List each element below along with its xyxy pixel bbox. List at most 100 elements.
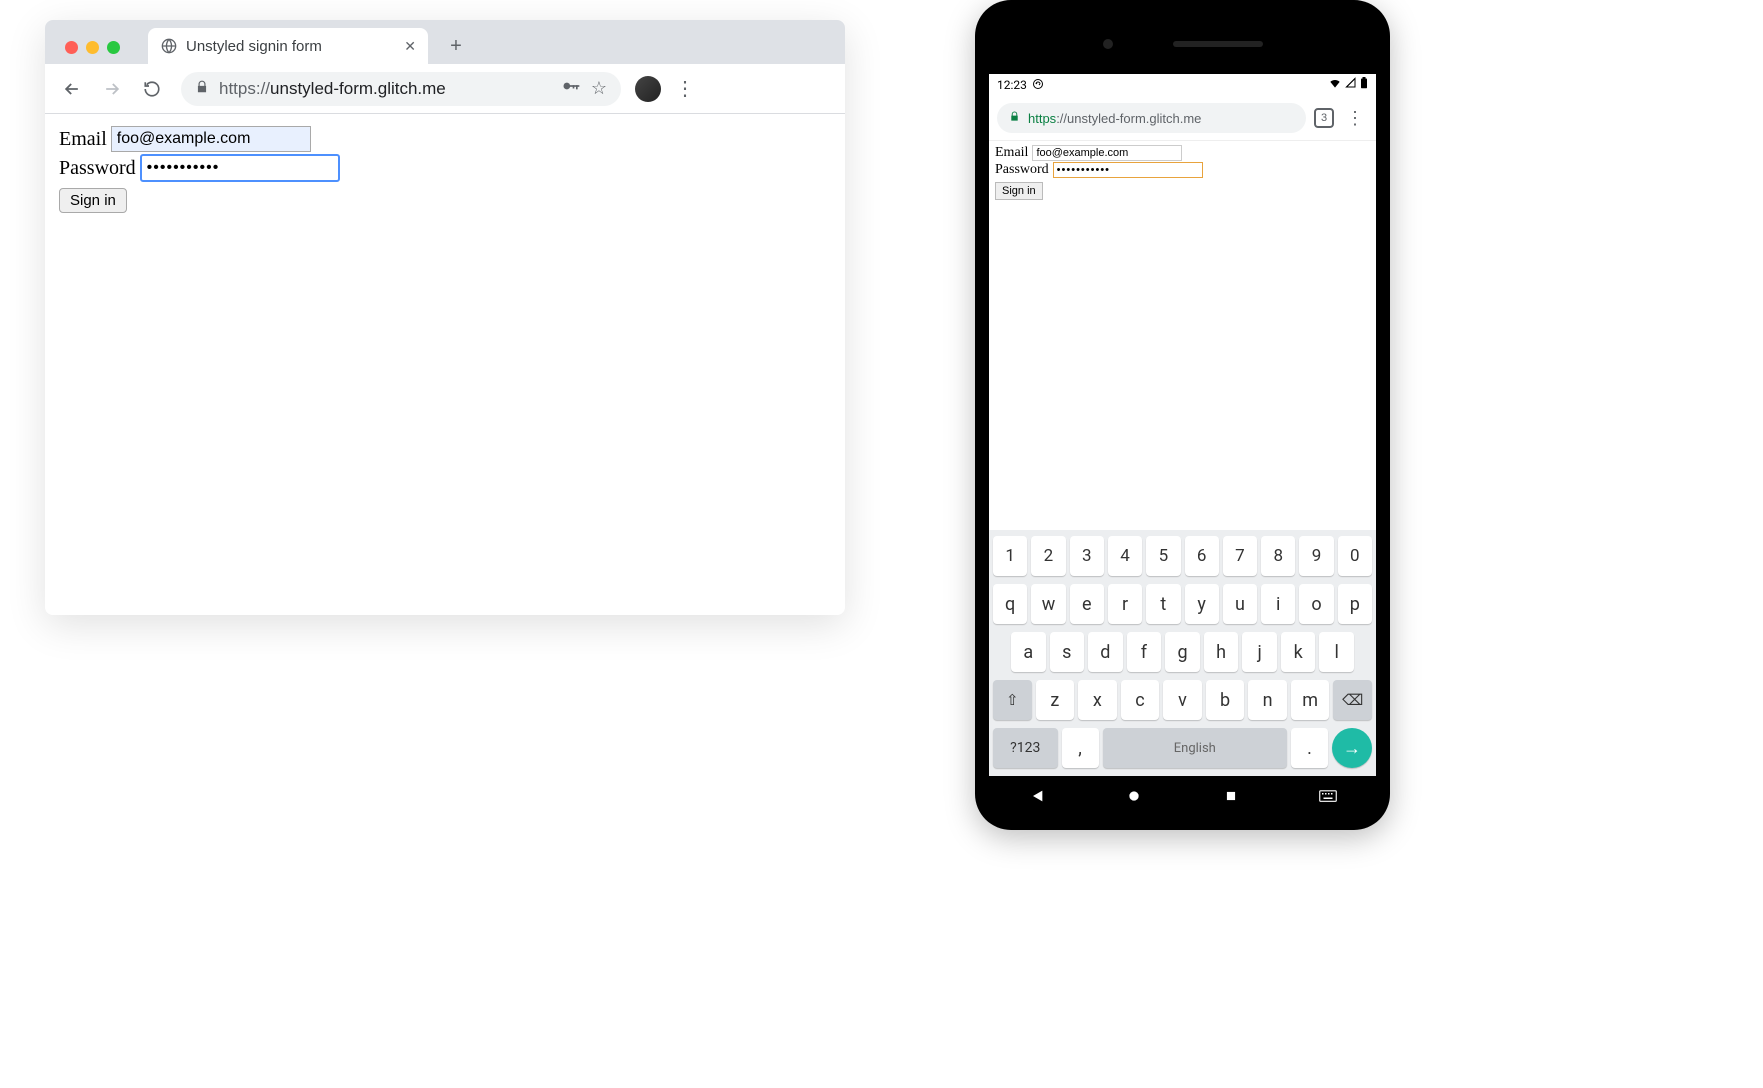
key-p[interactable]: p xyxy=(1338,584,1372,624)
email-label: Email xyxy=(995,145,1028,161)
url-host: unstyled-form.glitch.me xyxy=(270,79,446,98)
wifi-icon xyxy=(1328,76,1342,94)
spacebar-key[interactable]: English xyxy=(1103,728,1288,768)
email-field[interactable] xyxy=(111,126,311,152)
phone-camera xyxy=(1103,39,1113,49)
key-1[interactable]: 1 xyxy=(993,536,1027,576)
mobile-page-content: Email Password Sign in xyxy=(989,140,1376,530)
key-s[interactable]: s xyxy=(1050,632,1085,672)
url-rest: ://unstyled-form.glitch.me xyxy=(1056,111,1201,126)
key-i[interactable]: i xyxy=(1261,584,1295,624)
battery-icon xyxy=(1360,77,1368,93)
signin-button[interactable]: Sign in xyxy=(59,188,127,213)
key-z[interactable]: z xyxy=(1036,680,1075,720)
key-d[interactable]: d xyxy=(1088,632,1123,672)
window-minimize-button[interactable] xyxy=(86,41,99,54)
key-c[interactable]: c xyxy=(1121,680,1160,720)
key-a[interactable]: a xyxy=(1011,632,1046,672)
key-j[interactable]: j xyxy=(1242,632,1277,672)
backspace-key[interactable]: ⌫ xyxy=(1333,680,1372,720)
key-4[interactable]: 4 xyxy=(1108,536,1142,576)
key-o[interactable]: o xyxy=(1299,584,1333,624)
key-8[interactable]: 8 xyxy=(1261,536,1295,576)
lock-icon xyxy=(1009,111,1020,125)
nav-keyboard-button[interactable] xyxy=(1317,785,1339,807)
key-0[interactable]: 0 xyxy=(1338,536,1372,576)
symbols-key[interactable]: ?123 xyxy=(993,728,1058,768)
tab-close-button[interactable]: ✕ xyxy=(404,38,416,55)
window-maximize-button[interactable] xyxy=(107,41,120,54)
window-controls xyxy=(57,41,128,64)
key-g[interactable]: g xyxy=(1165,632,1200,672)
key-3[interactable]: 3 xyxy=(1070,536,1104,576)
password-label: Password xyxy=(59,157,136,180)
key-h[interactable]: h xyxy=(1204,632,1239,672)
key-r[interactable]: r xyxy=(1108,584,1142,624)
password-field[interactable] xyxy=(140,154,340,182)
key-7[interactable]: 7 xyxy=(1223,536,1257,576)
key-b[interactable]: b xyxy=(1206,680,1245,720)
tab-strip: Unstyled signin form ✕ + xyxy=(45,20,845,64)
browser-menu-button[interactable]: ⋮ xyxy=(675,76,695,101)
key-9[interactable]: 9 xyxy=(1299,536,1333,576)
key-2[interactable]: 2 xyxy=(1031,536,1065,576)
key-f[interactable]: f xyxy=(1127,632,1162,672)
phone-frame: 12:23 xyxy=(975,0,1390,830)
key-w[interactable]: w xyxy=(1031,584,1065,624)
signin-button[interactable]: Sign in xyxy=(995,182,1043,200)
email-field[interactable] xyxy=(1032,145,1182,161)
url-text: https://unstyled-form.glitch.me xyxy=(219,79,551,99)
mobile-url-text: https://unstyled-form.glitch.me xyxy=(1028,111,1201,126)
tab-switcher-button[interactable]: 3 xyxy=(1314,108,1334,128)
desktop-browser-window: Unstyled signin form ✕ + https://unstyle… xyxy=(45,20,845,615)
key-u[interactable]: u xyxy=(1223,584,1257,624)
password-label: Password xyxy=(995,162,1049,178)
key-6[interactable]: 6 xyxy=(1185,536,1219,576)
mobile-address-bar[interactable]: https://unstyled-form.glitch.me xyxy=(997,103,1306,133)
key-t[interactable]: t xyxy=(1146,584,1180,624)
key-y[interactable]: y xyxy=(1185,584,1219,624)
key-l[interactable]: l xyxy=(1319,632,1354,672)
key-k[interactable]: k xyxy=(1281,632,1316,672)
mobile-menu-button[interactable]: ⋮ xyxy=(1342,108,1368,129)
sync-icon xyxy=(1032,78,1044,93)
on-screen-keyboard: 1234567890 qwertyuiop asdfghjkl ⇧ zxcvbn… xyxy=(989,530,1376,776)
browser-tab[interactable]: Unstyled signin form ✕ xyxy=(148,28,428,64)
phone-screen: 12:23 xyxy=(989,74,1376,776)
signal-icon xyxy=(1345,77,1357,93)
comma-key[interactable]: , xyxy=(1062,728,1099,768)
back-button[interactable] xyxy=(55,72,89,106)
bookmark-star-icon[interactable]: ☆ xyxy=(591,78,607,99)
key-v[interactable]: v xyxy=(1163,680,1202,720)
forward-button[interactable] xyxy=(95,72,129,106)
new-tab-button[interactable]: + xyxy=(442,32,470,60)
key-q[interactable]: q xyxy=(993,584,1027,624)
url-scheme: https xyxy=(1028,111,1056,126)
android-nav-bar xyxy=(989,776,1376,816)
key-x[interactable]: x xyxy=(1078,680,1117,720)
url-scheme: https:// xyxy=(219,79,270,98)
profile-avatar[interactable] xyxy=(635,76,661,102)
globe-icon xyxy=(160,37,178,55)
reload-button[interactable] xyxy=(135,72,169,106)
mobile-toolbar: https://unstyled-form.glitch.me 3 ⋮ xyxy=(989,96,1376,140)
key-5[interactable]: 5 xyxy=(1146,536,1180,576)
status-time: 12:23 xyxy=(997,78,1027,92)
shift-key[interactable]: ⇧ xyxy=(993,680,1032,720)
email-label: Email xyxy=(59,128,107,151)
nav-back-button[interactable] xyxy=(1026,785,1048,807)
nav-recents-button[interactable] xyxy=(1220,785,1242,807)
password-field[interactable] xyxy=(1053,162,1203,178)
phone-speaker xyxy=(1173,41,1263,47)
key-m[interactable]: m xyxy=(1291,680,1330,720)
period-key[interactable]: . xyxy=(1291,728,1328,768)
enter-key[interactable]: → xyxy=(1332,728,1372,768)
key-e[interactable]: e xyxy=(1070,584,1104,624)
key-n[interactable]: n xyxy=(1248,680,1287,720)
page-content: Email Password Sign in xyxy=(45,114,845,615)
phone-hardware-top xyxy=(989,14,1376,74)
nav-home-button[interactable] xyxy=(1123,785,1145,807)
window-close-button[interactable] xyxy=(65,41,78,54)
password-key-icon[interactable] xyxy=(561,76,581,101)
address-bar[interactable]: https://unstyled-form.glitch.me ☆ xyxy=(181,72,621,106)
